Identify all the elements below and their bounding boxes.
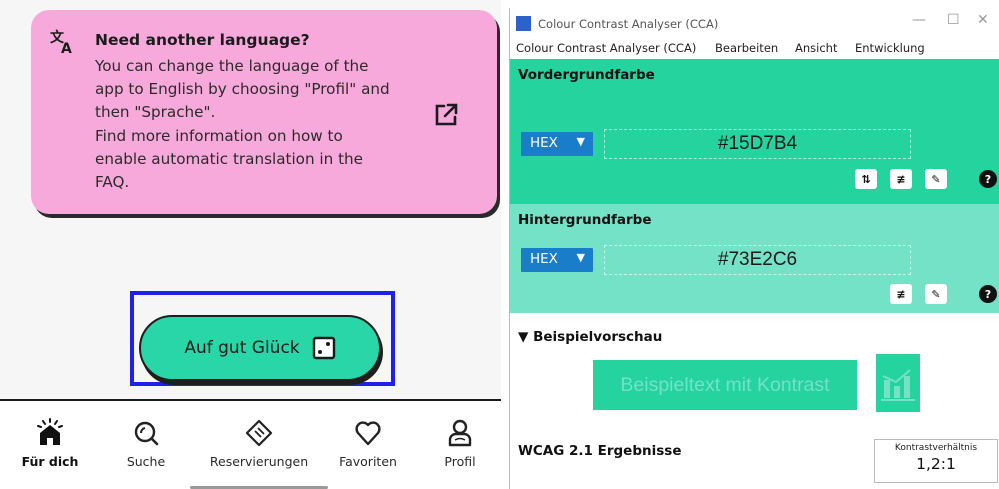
home-icon — [37, 418, 63, 445]
info-line: Find more information on how to — [95, 126, 343, 145]
language-info-card: 文 A Need another language? You can chang… — [31, 10, 497, 214]
svg-text:A: A — [61, 41, 72, 56]
nav-label: Für dich — [21, 454, 79, 469]
dice-icon — [312, 336, 335, 360]
background-hex-input[interactable]: #73E2C6 — [604, 245, 911, 275]
nav-item-favoriten[interactable]: Favoriten — [318, 401, 418, 489]
minimize-icon[interactable]: — — [912, 12, 926, 28]
nav-item-suche[interactable]: Suche — [96, 401, 196, 489]
info-card-title: Need another language? — [95, 31, 310, 49]
info-line: FAQ. — [95, 173, 130, 192]
background-panel: Hintergrundfarbe HEX ▼ #73E2C6 ≢ ✎ ? — [510, 204, 999, 313]
format-label: HEX — [530, 135, 558, 151]
info-card-body: You can change the language of the app t… — [95, 55, 435, 194]
background-format-select[interactable]: HEX ▼ — [521, 248, 593, 272]
help-icon[interactable]: ? — [979, 285, 997, 303]
external-link-icon[interactable] — [433, 102, 459, 128]
maximize-icon[interactable]: ☐ — [947, 12, 960, 28]
nav-item-reservierungen[interactable]: Reservierungen — [203, 401, 315, 489]
info-line: enable automatic translation in the — [95, 149, 364, 168]
contrast-ratio-box: Kontrastverhältnis 1,2:1 — [874, 439, 998, 483]
sliders-icon[interactable]: ≢ — [890, 284, 912, 304]
eyedropper-icon[interactable]: ✎ — [925, 169, 947, 189]
ticket-icon — [245, 419, 273, 447]
menu-cca[interactable]: Colour Contrast Analyser (CCA) — [516, 41, 696, 55]
nav-item-fuer-dich[interactable]: Für dich — [0, 401, 100, 489]
translate-icon: 文 A — [50, 29, 72, 56]
swap-colors-icon[interactable]: ⇅ — [855, 169, 877, 189]
contrast-ratio-label: Kontrastverhältnis — [894, 443, 978, 453]
sliders-icon[interactable]: ≢ — [890, 169, 912, 189]
window-title: Colour Contrast Analyser (CCA) — [538, 17, 719, 31]
window-titlebar: Colour Contrast Analyser (CCA) — ☐ ✕ — [510, 8, 999, 38]
chevron-down-icon: ▼ — [576, 251, 585, 264]
mobile-app-screen: 文 A Need another language? You can chang… — [0, 0, 501, 489]
preview-sample: Beispieltext mit Kontrast — [593, 360, 857, 410]
nav-label: Reservierungen — [209, 454, 309, 469]
wcag-results-title: WCAG 2.1 Ergebnisse — [518, 443, 682, 459]
nav-item-profil[interactable]: Profil — [410, 401, 501, 489]
chevron-down-icon: ▼ — [576, 135, 585, 148]
cca-window: Colour Contrast Analyser (CCA) — ☐ ✕ Col… — [509, 8, 999, 489]
info-line: app to English by choosing "Profil" and — [95, 80, 390, 99]
foreground-panel: Vordergrundfarbe HEX ▼ #15D7B4 ⇅ ≢ ✎ ? — [510, 59, 999, 204]
search-icon — [134, 421, 159, 446]
info-line: You can change the language of the — [95, 57, 369, 75]
preview-toggle[interactable]: ▼ Beispielvorschau — [518, 329, 662, 345]
contrast-ratio-value: 1,2:1 — [916, 455, 956, 473]
background-title: Hintergrundfarbe — [518, 212, 652, 228]
close-icon[interactable]: ✕ — [977, 12, 989, 28]
lucky-button-label: Auf gut Glück — [184, 338, 300, 358]
bottom-navigation: Für dich Suche Reservierungen Favoriten — [0, 399, 501, 489]
help-icon[interactable]: ? — [979, 170, 997, 188]
menu-ansicht[interactable]: Ansicht — [795, 41, 837, 55]
foreground-title: Vordergrundfarbe — [518, 67, 655, 83]
nav-label: Profil — [444, 454, 476, 469]
foreground-hex-input[interactable]: #15D7B4 — [604, 129, 911, 159]
info-line: then "Sprache". — [95, 103, 216, 122]
format-label: HEX — [530, 251, 558, 267]
eyedropper-icon[interactable]: ✎ — [925, 284, 947, 304]
menu-bar: Colour Contrast Analyser (CCA) Bearbeite… — [510, 37, 999, 59]
chart-preview-icon — [876, 354, 920, 412]
nav-label: Suche — [126, 454, 166, 469]
profile-icon — [448, 419, 472, 447]
foreground-format-select[interactable]: HEX ▼ — [521, 132, 593, 156]
lucky-button[interactable]: Auf gut Glück — [139, 315, 381, 381]
menu-entwicklung[interactable]: Entwicklung — [855, 41, 925, 55]
cca-app-icon — [516, 16, 531, 31]
nav-label: Favoriten — [339, 454, 397, 469]
menu-bearbeiten[interactable]: Bearbeiten — [715, 41, 778, 55]
heart-icon — [355, 421, 381, 446]
